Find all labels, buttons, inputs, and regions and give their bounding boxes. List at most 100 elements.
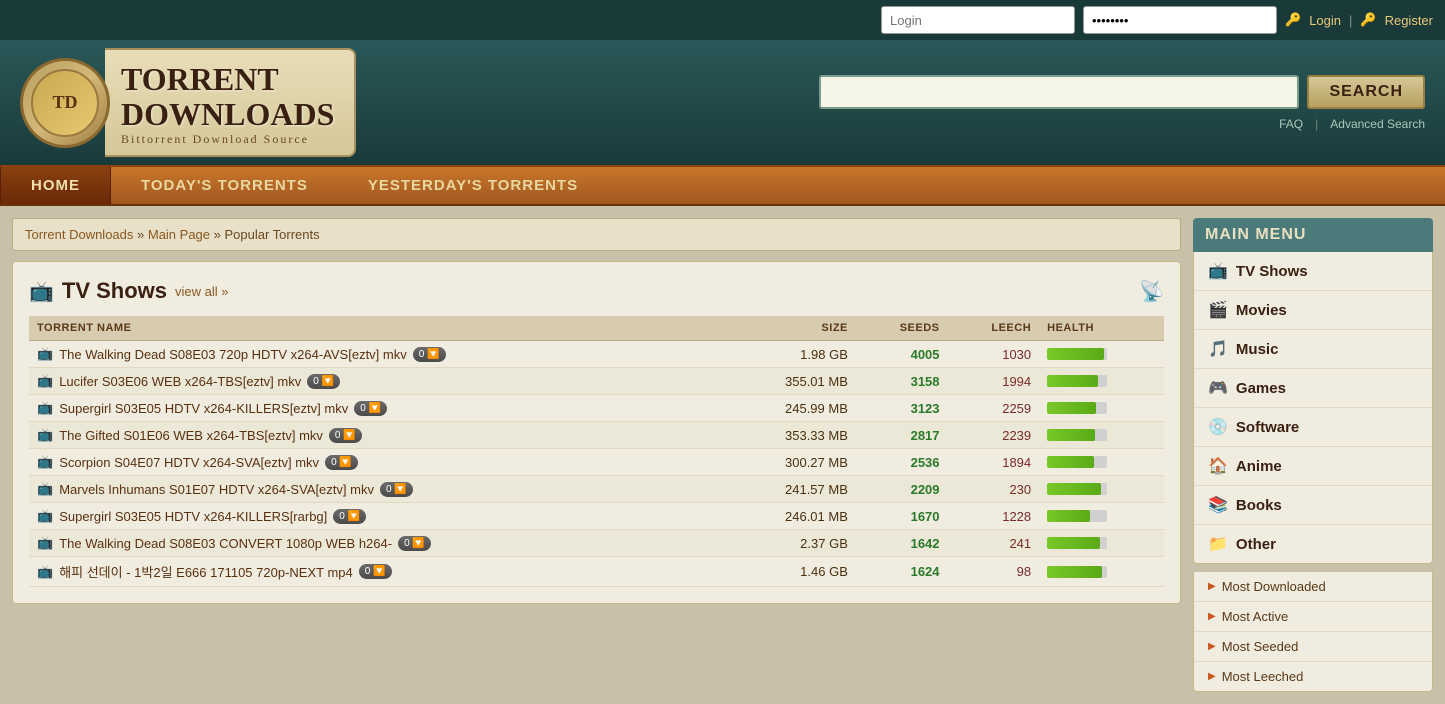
breadcrumb-home[interactable]: Torrent Downloads: [25, 227, 133, 242]
sidebar-sub-label: Most Leeched: [1222, 669, 1304, 684]
torrent-tv-icon: 📺: [37, 454, 53, 470]
magnet-button[interactable]: 0 🔽: [354, 401, 387, 416]
table-row: 📺 The Walking Dead S08E03 CONVERT 1080p …: [29, 530, 1164, 557]
torrent-tv-icon: 📺: [37, 508, 53, 524]
magnet-button[interactable]: 0 🔽: [380, 482, 413, 497]
register-link[interactable]: Register: [1385, 13, 1433, 28]
torrent-link[interactable]: Lucifer S03E06 WEB x264-TBS[eztv] mkv: [59, 374, 301, 389]
table-row: 📺 Supergirl S03E05 HDTV x264-KILLERS[ezt…: [29, 395, 1164, 422]
sidebar-sub-most-downloaded[interactable]: ▶Most Downloaded: [1194, 572, 1432, 602]
sidebar-sub: ▶Most Downloaded▶Most Active▶Most Seeded…: [1193, 572, 1433, 692]
logo-title: TORRENT DOWNLOADS: [121, 62, 334, 132]
health-bar: [1047, 456, 1107, 468]
magnet-button[interactable]: 0 🔽: [359, 564, 392, 579]
nav-home[interactable]: HOME: [0, 167, 111, 204]
sidebar-icon: 📺: [1208, 261, 1228, 281]
sidebar-item-label: Music: [1236, 341, 1279, 358]
torrent-link[interactable]: The Walking Dead S08E03 720p HDTV x264-A…: [59, 347, 407, 362]
search-area: SEARCH: [819, 75, 1425, 109]
seeds-cell: 2209: [856, 476, 948, 503]
sidebar-item-games[interactable]: 🎮 Games: [1194, 369, 1432, 408]
health-cell: [1039, 395, 1164, 422]
size-cell: 1.46 GB: [726, 557, 856, 587]
health-fill: [1047, 402, 1096, 414]
magnet-button[interactable]: 0 🔽: [333, 509, 366, 524]
size-cell: 241.57 MB: [726, 476, 856, 503]
leech-cell: 230: [948, 476, 1040, 503]
table-row: 📺 Marvels Inhumans S01E07 HDTV x264-SVA[…: [29, 476, 1164, 503]
magnet-button[interactable]: 0 🔽: [325, 455, 358, 470]
faq-link[interactable]: FAQ: [1279, 117, 1303, 131]
logo-initials: TD: [31, 69, 99, 137]
login-link[interactable]: Login: [1309, 13, 1341, 28]
size-cell: 1.98 GB: [726, 341, 856, 368]
sidebar-item-software[interactable]: 💿Software: [1194, 408, 1432, 447]
torrent-tv-icon: 📺: [37, 400, 53, 416]
health-fill: [1047, 375, 1098, 387]
breadcrumb-sep1: »: [137, 227, 148, 242]
torrent-link[interactable]: Supergirl S03E05 HDTV x264-KILLERS[eztv]…: [59, 401, 348, 416]
health-cell: [1039, 476, 1164, 503]
table-row: 📺 Lucifer S03E06 WEB x264-TBS[eztv] mkv …: [29, 368, 1164, 395]
health-bar: [1047, 483, 1107, 495]
torrent-box: 📺 TV Shows view all » 📡 TORRENT NAME SIZ…: [12, 261, 1181, 604]
health-fill: [1047, 348, 1104, 360]
link-separator: |: [1315, 117, 1318, 131]
login-input[interactable]: [881, 6, 1075, 34]
main-content: Torrent Downloads » Main Page » Popular …: [12, 218, 1181, 692]
sidebar-item-tv-shows[interactable]: 📺TV Shows: [1194, 252, 1432, 291]
health-bar: [1047, 348, 1107, 360]
sidebar-sub-most-seeded[interactable]: ▶Most Seeded: [1194, 632, 1432, 662]
sidebar-sub-most-active[interactable]: ▶Most Active: [1194, 602, 1432, 632]
torrent-link[interactable]: 해피 선데이 - 1박2일 E666 171105 720p-NEXT mp4: [59, 562, 353, 581]
leech-cell: 1894: [948, 449, 1040, 476]
health-fill: [1047, 537, 1100, 549]
table-row: 📺 The Gifted S01E06 WEB x264-TBS[eztv] m…: [29, 422, 1164, 449]
seeds-cell: 2536: [856, 449, 948, 476]
torrent-name-cell: 📺 Supergirl S03E05 HDTV x264-KILLERS[ezt…: [29, 395, 726, 422]
magnet-button[interactable]: 0 🔽: [413, 347, 446, 362]
magnet-button[interactable]: 0 🔽: [329, 428, 362, 443]
sidebar-sub-most-leeched[interactable]: ▶Most Leeched: [1194, 662, 1432, 691]
logo-badge: TD: [20, 58, 110, 148]
health-bar: [1047, 510, 1107, 522]
size-cell: 353.33 MB: [726, 422, 856, 449]
magnet-button[interactable]: 0 🔽: [398, 536, 431, 551]
seeds-cell: 4005: [856, 341, 948, 368]
header-right: SEARCH FAQ | Advanced Search: [819, 75, 1425, 131]
search-input[interactable]: [819, 75, 1299, 109]
view-all-link[interactable]: view all »: [175, 284, 228, 299]
sidebar-icon: 📚: [1208, 495, 1228, 515]
health-bar: [1047, 429, 1107, 441]
health-cell: [1039, 557, 1164, 587]
torrent-tv-icon: 📺: [37, 373, 53, 389]
search-button[interactable]: SEARCH: [1307, 75, 1425, 109]
sidebar-item-label: Games: [1236, 380, 1286, 397]
health-fill: [1047, 483, 1101, 495]
advanced-search-link[interactable]: Advanced Search: [1330, 117, 1425, 131]
breadcrumb-main[interactable]: Main Page: [148, 227, 210, 242]
sidebar-item-other[interactable]: 📁Other: [1194, 525, 1432, 563]
torrent-name-cell: 📺 Lucifer S03E06 WEB x264-TBS[eztv] mkv …: [29, 368, 726, 395]
section-title: TV Shows: [62, 278, 167, 304]
table-row: 📺 Supergirl S03E05 HDTV x264-KILLERS[rar…: [29, 503, 1164, 530]
torrent-link[interactable]: The Gifted S01E06 WEB x264-TBS[eztv] mkv: [59, 428, 323, 443]
magnet-button[interactable]: 0 🔽: [307, 374, 340, 389]
nav-yesterday[interactable]: YESTERDAY'S TORRENTS: [338, 167, 608, 204]
arrow-icon: ▶: [1208, 641, 1216, 652]
sidebar-item-books[interactable]: 📚Books: [1194, 486, 1432, 525]
sidebar-icon: 🎮: [1208, 378, 1228, 398]
torrent-link[interactable]: The Walking Dead S08E03 CONVERT 1080p WE…: [59, 536, 392, 551]
rss-icon[interactable]: 📡: [1139, 279, 1164, 304]
arrow-icon: ▶: [1208, 581, 1216, 592]
password-input[interactable]: [1083, 6, 1277, 34]
sidebar-item-label: Other: [1236, 536, 1276, 553]
sidebar-item-anime[interactable]: 🏠Anime: [1194, 447, 1432, 486]
nav-today[interactable]: TODAY'S TORRENTS: [111, 167, 338, 204]
torrent-link[interactable]: Supergirl S03E05 HDTV x264-KILLERS[rarbg…: [59, 509, 327, 524]
sidebar-item-music[interactable]: 🎵Music: [1194, 330, 1432, 369]
sidebar-item-movies[interactable]: 🎬Movies: [1194, 291, 1432, 330]
torrent-link[interactable]: Marvels Inhumans S01E07 HDTV x264-SVA[ez…: [59, 482, 374, 497]
torrent-link[interactable]: Scorpion S04E07 HDTV x264-SVA[eztv] mkv: [59, 455, 319, 470]
health-cell: [1039, 422, 1164, 449]
